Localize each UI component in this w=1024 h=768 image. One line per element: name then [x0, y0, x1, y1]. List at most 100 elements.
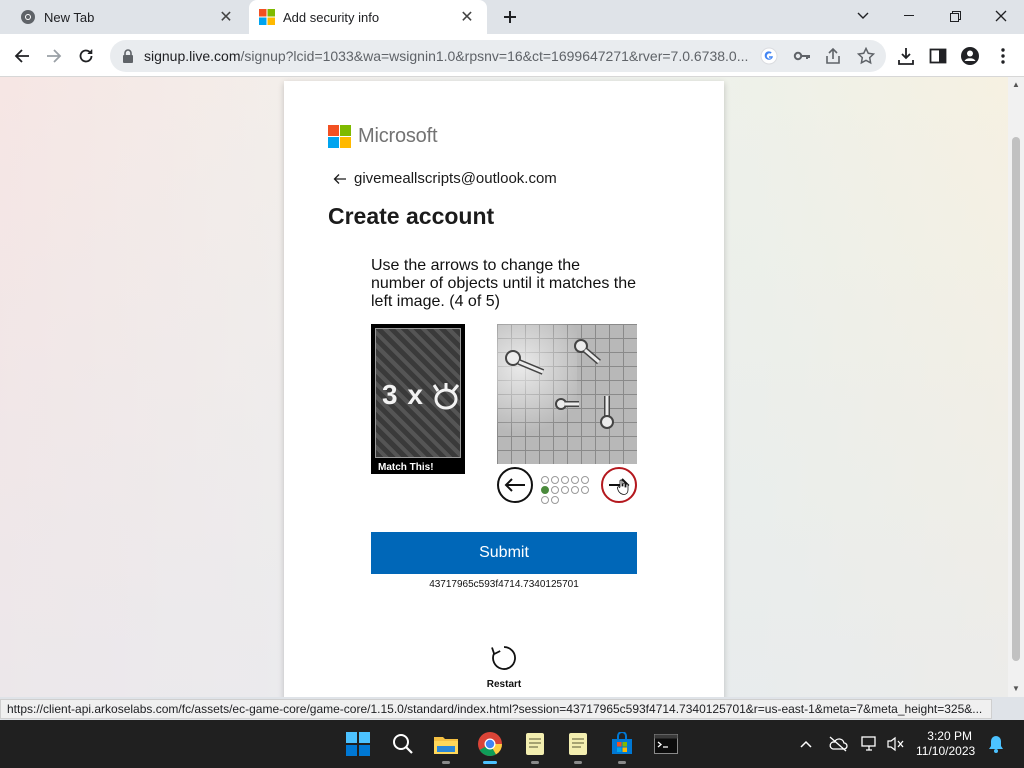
- chevron-down-icon: [857, 12, 869, 19]
- progress-dot: [551, 476, 559, 484]
- notepad-icon: [526, 733, 544, 755]
- forward-button[interactable]: [41, 43, 67, 69]
- puzzle-objects: [505, 339, 614, 429]
- hand-cursor-icon: [617, 479, 629, 495]
- signup-card: Microsoft givemeallscripts@outlook.com C…: [284, 81, 724, 697]
- key-icon[interactable]: [793, 47, 811, 65]
- windows-start-icon: [346, 732, 370, 756]
- scroll-thumb[interactable]: [1012, 137, 1020, 661]
- progress-dot: [561, 476, 569, 484]
- bell-icon: [989, 736, 1003, 753]
- windows-taskbar: [0, 720, 1024, 768]
- progress-dot: [571, 486, 579, 494]
- file-explorer-icon: [434, 737, 458, 754]
- profile-avatar-icon[interactable]: [960, 46, 980, 66]
- progress-dot: [541, 496, 549, 504]
- reload-button[interactable]: [73, 43, 99, 69]
- new-tab-button[interactable]: [498, 5, 522, 29]
- status-bar-url: https://client-api.arkoselabs.com/fc/ass…: [0, 699, 992, 719]
- share-icon[interactable]: [824, 47, 842, 65]
- progress-dot: [581, 476, 589, 484]
- scroll-down-icon[interactable]: ▼: [1011, 684, 1021, 694]
- side-panel-icon[interactable]: [928, 46, 948, 66]
- restore-button[interactable]: [932, 0, 978, 32]
- back-arrow-icon[interactable]: [332, 171, 348, 187]
- taskbar-notepad-2[interactable]: [562, 728, 594, 764]
- volume-tray[interactable]: [886, 734, 906, 754]
- url-path: /signup?lcid=1033&wa=wsignin1.0&rpsnv=16…: [240, 48, 749, 64]
- progress-dot: [581, 486, 589, 494]
- taskbar-microsoft-store[interactable]: [606, 728, 638, 764]
- progress-dots: [541, 476, 593, 504]
- terminal-icon: [654, 734, 678, 754]
- chrome-icon: [478, 732, 502, 757]
- microsoft-logo: Microsoft: [328, 125, 438, 148]
- scroll-up-icon[interactable]: ▲: [1011, 80, 1021, 90]
- google-lens-icon[interactable]: [760, 47, 778, 65]
- reference-image: 3 x Match This!: [371, 324, 465, 474]
- restart-label: Restart: [486, 679, 522, 690]
- download-icon[interactable]: [896, 46, 916, 66]
- reference-pattern: 3 x: [375, 328, 461, 458]
- close-tab-icon[interactable]: ✕: [216, 7, 236, 27]
- url-text[interactable]: signup.live.com/signup?lcid=1033&wa=wsig…: [144, 48, 754, 64]
- browser-tab-strip: New Tab ✕ Add security info ✕: [0, 0, 1024, 34]
- taskbar-search-button[interactable]: [387, 728, 419, 760]
- progress-dot: [551, 486, 559, 494]
- target-object-icon: [432, 383, 460, 410]
- submit-button[interactable]: Submit: [371, 532, 637, 574]
- progress-dot: [541, 476, 549, 484]
- restore-icon: [949, 10, 961, 22]
- brand-name: Microsoft: [358, 125, 438, 147]
- restart-button[interactable]: Restart: [484, 644, 524, 690]
- network-tray[interactable]: [860, 734, 880, 754]
- windows-start-button[interactable]: [342, 728, 374, 760]
- tab-search-button[interactable]: [840, 0, 886, 32]
- close-icon: [995, 10, 1007, 22]
- reference-count-text: 3 x: [382, 379, 424, 410]
- challenge-instructions: Use the arrows to change the number of o…: [371, 257, 637, 310]
- running-indicator: [618, 761, 626, 764]
- taskbar-chrome[interactable]: [474, 728, 506, 764]
- arrow-left-icon: [14, 49, 29, 63]
- network-icon: [861, 736, 876, 751]
- taskbar-terminal[interactable]: [650, 728, 682, 760]
- progress-dot: [561, 486, 569, 494]
- page-scrollbar[interactable]: ▲ ▼: [1008, 77, 1024, 697]
- address-bar[interactable]: signup.live.com/signup?lcid=1033&wa=wsig…: [110, 40, 886, 72]
- reference-caption: Match This!: [378, 462, 434, 473]
- tab-new-tab[interactable]: New Tab ✕: [0, 0, 246, 34]
- browser-toolbar: signup.live.com/signup?lcid=1033&wa=wsig…: [0, 34, 1024, 77]
- more-options-icon[interactable]: [993, 46, 1013, 66]
- identity-banner[interactable]: givemeallscripts@outlook.com: [332, 170, 557, 187]
- taskbar-notepad-1[interactable]: [519, 728, 551, 764]
- bookmark-star-icon[interactable]: [857, 47, 875, 65]
- previous-arrow-button[interactable]: [497, 467, 533, 503]
- progress-dot-active: [541, 486, 549, 494]
- account-email: givemeallscripts@outlook.com: [354, 170, 557, 187]
- onedrive-tray[interactable]: [828, 734, 848, 754]
- close-window-button[interactable]: [978, 0, 1024, 32]
- puzzle-image: [497, 324, 637, 464]
- tab-title: New Tab: [44, 9, 95, 25]
- page-title: Create account: [328, 203, 495, 229]
- back-button[interactable]: [9, 43, 35, 69]
- microsoft-logo-icon: [328, 125, 351, 148]
- minimize-button[interactable]: [886, 0, 932, 32]
- clock-time: 3:20 PM: [927, 729, 972, 743]
- notepad-icon: [569, 733, 587, 755]
- arrow-right-icon: [47, 49, 62, 63]
- microsoft-icon: [259, 9, 275, 25]
- google-g-icon: [760, 47, 778, 65]
- running-indicator: [531, 761, 539, 764]
- taskbar-clock[interactable]: 3:20 PM 11/10/2023: [916, 729, 976, 759]
- tab-add-security-info[interactable]: Add security info ✕: [249, 0, 487, 34]
- taskbar-file-explorer[interactable]: [430, 728, 462, 764]
- clock-date: 11/10/2023: [916, 744, 976, 758]
- notifications-button[interactable]: [986, 734, 1006, 754]
- lock-icon[interactable]: [120, 48, 136, 64]
- running-indicator: [574, 761, 582, 764]
- close-tab-icon[interactable]: ✕: [457, 7, 477, 27]
- show-hidden-icons[interactable]: [796, 734, 816, 754]
- next-arrow-button[interactable]: [601, 467, 637, 503]
